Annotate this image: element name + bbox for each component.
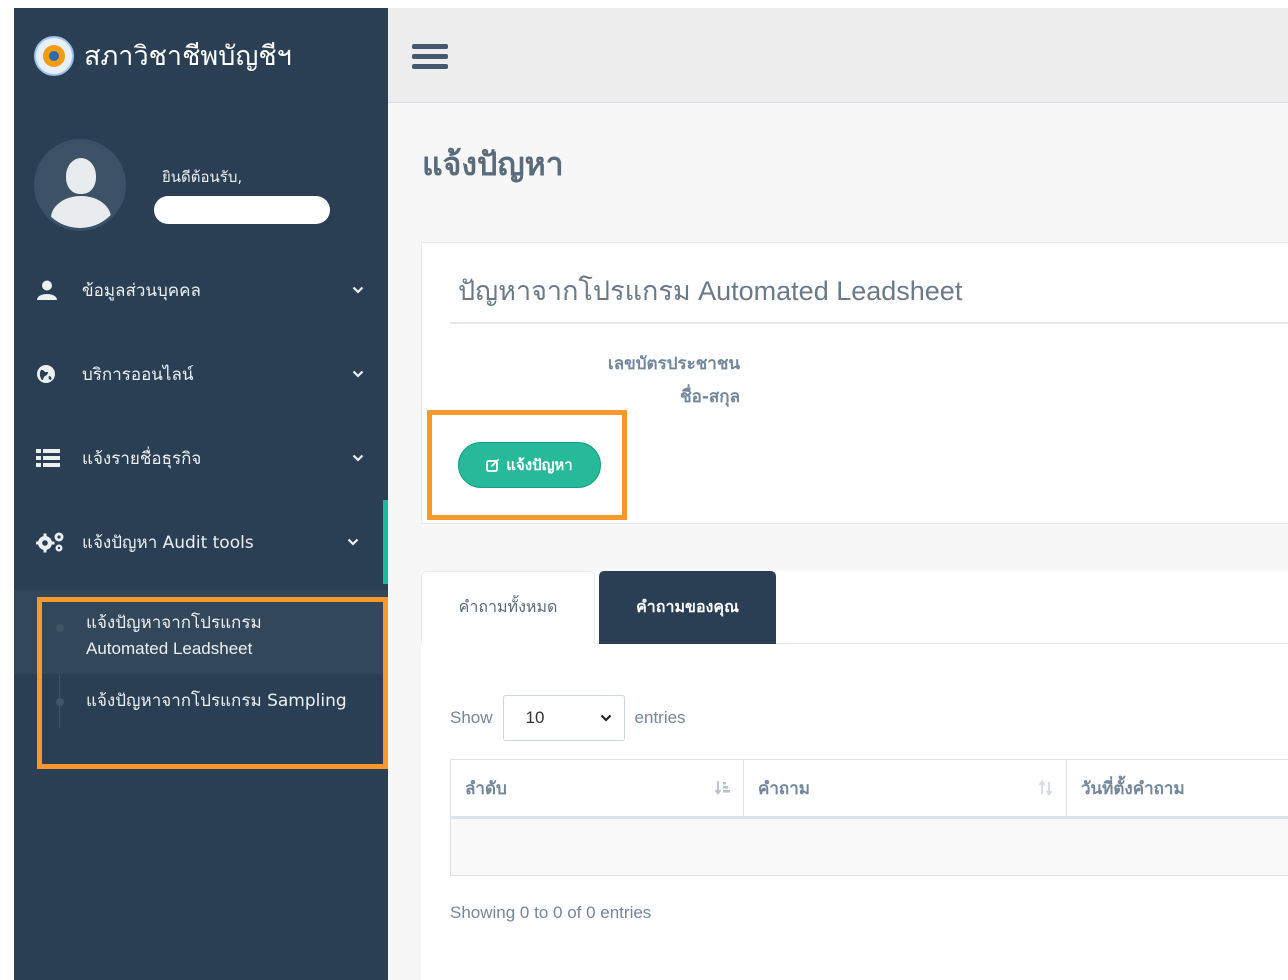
submenu-item-label-line1: แจ้งปัญหาจากโปรแกรม xyxy=(86,613,262,633)
page-title: แจ้งปัญหา xyxy=(422,145,564,183)
divider xyxy=(450,322,1288,324)
sort-both-icon xyxy=(1038,780,1053,796)
sidebar-menu: ข้อมูลส่วนบุคคล บริการออนไลน์ แจ้งรายชื่… xyxy=(14,248,388,584)
sidebar-item-business-list[interactable]: แจ้งรายชื่อธุรกิจ xyxy=(14,416,388,500)
table-info: Showing 0 to 0 of 0 entries xyxy=(450,903,652,922)
username-redacted xyxy=(154,196,330,224)
sidebar-item-label: แจ้งรายชื่อธุรกิจ xyxy=(82,448,202,469)
logo-icon xyxy=(34,35,74,76)
question-tabs: คำถามทั้งหมด คำถามของคุณ xyxy=(421,571,1288,644)
audit-tools-submenu: แจ้งปัญหาจากโปรแกรม Automated Leadsheet … xyxy=(14,590,388,728)
chevron-down-icon xyxy=(352,454,364,462)
user-icon xyxy=(36,280,68,300)
id-card-label: เลขบัตรประชาชน xyxy=(607,354,740,374)
entries-select[interactable]: 10 xyxy=(502,695,625,741)
avatar xyxy=(34,139,126,231)
show-label: Show xyxy=(450,708,493,727)
chevron-down-icon xyxy=(600,714,611,722)
menu-toggle-icon[interactable] xyxy=(412,44,448,70)
edit-icon xyxy=(486,458,500,472)
column-header-date[interactable]: วันที่ตั้งคำถาม xyxy=(1066,759,1288,819)
top-nav xyxy=(388,8,1288,103)
bullet-icon xyxy=(56,624,64,632)
tab-all-questions[interactable]: คำถามทั้งหมด xyxy=(421,571,595,644)
entries-label: entries xyxy=(634,708,686,727)
sidebar-item-personal-info[interactable]: ข้อมูลส่วนบุคคล xyxy=(14,248,388,332)
globe-icon xyxy=(36,364,68,384)
column-header-order[interactable]: ลำดับ xyxy=(450,759,744,819)
column-header-question[interactable]: คำถาม xyxy=(743,759,1067,819)
chevron-down-icon xyxy=(352,286,364,294)
welcome-text: ยินดีต้อนรับ, xyxy=(162,168,243,186)
chevron-down-icon xyxy=(347,538,359,546)
questions-panel: คำถามทั้งหมด คำถามของคุณ Show 10 entries… xyxy=(421,571,1288,980)
chevron-down-icon xyxy=(352,370,364,378)
sidebar: สภาวิชาชีพบัญชีฯ ยินดีต้อนรับ, ข้อมูลส่ว… xyxy=(14,8,388,980)
report-button-label: แจ้งปัญหา xyxy=(506,456,573,474)
sidebar-item-label: แจ้งปัญหา Audit tools xyxy=(82,532,254,553)
entries-length-control: Show 10 entries xyxy=(450,695,686,741)
bullet-icon xyxy=(56,698,64,706)
sidebar-item-audit-tools[interactable]: แจ้งปัญหา Audit tools xyxy=(14,500,388,584)
list-icon xyxy=(36,449,68,467)
table-row-empty xyxy=(450,817,1288,876)
sidebar-item-label: ข้อมูลส่วนบุคคล xyxy=(82,280,201,301)
cogs-icon xyxy=(36,531,68,553)
report-problem-button[interactable]: แจ้งปัญหา xyxy=(458,442,601,488)
questions-table: ลำดับ คำถาม วันที่ตั้งคำถาม xyxy=(450,759,1288,876)
entries-select-value: 10 xyxy=(525,708,545,727)
submenu-item-automated-leadsheet[interactable]: แจ้งปัญหาจากโปรแกรม Automated Leadsheet xyxy=(14,590,388,674)
main-content: แจ้งปัญหา ปัญหาจากโปรแกรม Automated Lead… xyxy=(388,103,1288,980)
column-label: คำถาม xyxy=(758,778,810,799)
submenu-item-label-line2: Automated Leadsheet xyxy=(86,639,253,658)
column-label: วันที่ตั้งคำถาม xyxy=(1081,778,1185,799)
submenu-item-sampling[interactable]: แจ้งปัญหาจากโปรแกรม Sampling xyxy=(14,674,388,728)
sidebar-item-label: บริการออนไลน์ xyxy=(82,364,194,385)
table-cell-empty xyxy=(450,817,1288,876)
profile: ยินดีต้อนรับ, xyxy=(14,103,388,248)
column-label: ลำดับ xyxy=(465,778,507,799)
brand-title: สภาวิชาชีพบัญชีฯ xyxy=(84,41,292,72)
tab-my-questions[interactable]: คำถามของคุณ xyxy=(599,571,776,644)
sort-asc-icon xyxy=(715,781,730,796)
brand[interactable]: สภาวิชาชีพบัญชีฯ xyxy=(14,8,388,103)
panel-title: ปัญหาจากโปรแกรม Automated Leadsheet xyxy=(458,276,963,306)
report-panel: ปัญหาจากโปรแกรม Automated Leadsheet เลขบ… xyxy=(421,242,1288,524)
full-name-label: ชื่อ-สกุล xyxy=(680,387,740,407)
sidebar-item-online-services[interactable]: บริการออนไลน์ xyxy=(14,332,388,416)
submenu-item-label: แจ้งปัญหาจากโปรแกรม Sampling xyxy=(86,691,347,711)
